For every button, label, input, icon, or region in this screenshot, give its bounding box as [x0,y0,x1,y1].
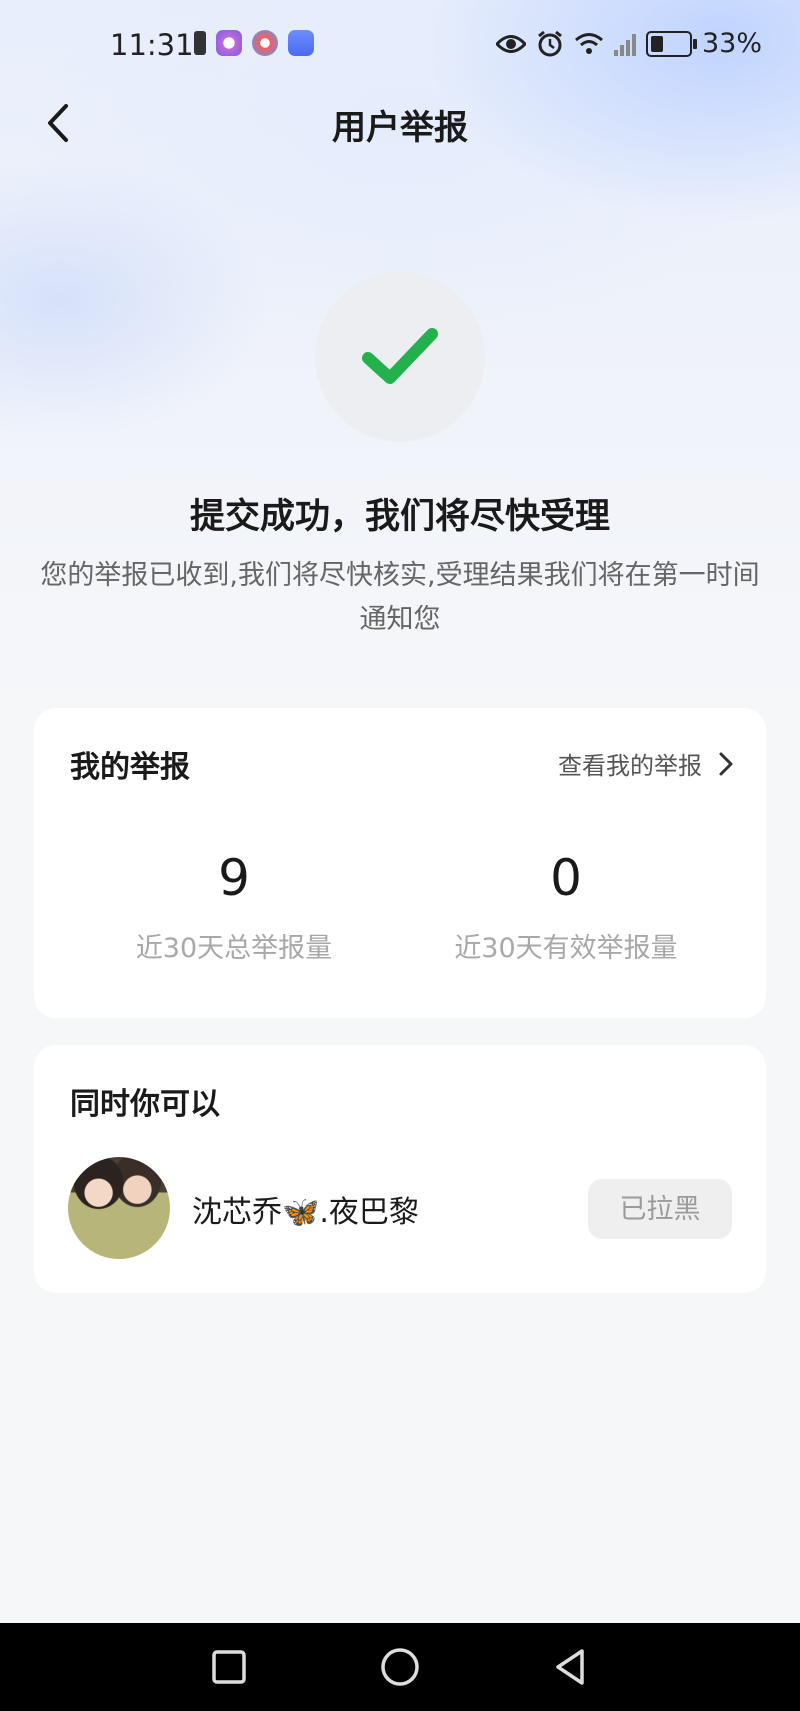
header: 用户举报 [0,88,800,158]
signal-icon [613,32,636,56]
stat-value: 9 [218,849,250,907]
stat-value: 0 [550,849,582,907]
view-my-reports-link[interactable]: 查看我的举报 [558,746,734,781]
back-nav-button[interactable] [548,1645,592,1689]
blocked-button[interactable]: 已拉黑 [588,1179,732,1239]
music-app-icon [216,30,242,56]
view-my-reports-label: 查看我的举报 [558,752,702,780]
status-time: 11:31 [110,28,194,62]
check-icon [362,328,438,384]
avatar[interactable] [68,1157,170,1259]
recent-apps-button[interactable] [207,1645,251,1689]
battery-icon [645,30,697,57]
battery-alert-icon [194,31,206,55]
battery-percent: 33% [701,28,762,59]
stat-valid-reports: 0 近30天有效举报量 [396,848,736,965]
navigation-bar [0,1623,800,1711]
status-icons-right: 33% [495,28,762,59]
back-triangle-icon [556,1649,584,1685]
stat-total-reports: 9 近30天总举报量 [64,848,404,965]
actions-title: 同时你可以 [70,1087,220,1122]
recent-apps-icon [212,1650,246,1684]
home-icon [381,1648,419,1686]
status-icons-left [194,30,314,56]
chevron-right-icon [719,752,733,775]
edu-app-icon [288,30,314,56]
user-name[interactable]: 沈芯乔🦋.夜巴黎 [192,1187,419,1231]
success-description: 您的举报已收到,我们将尽快核实,受理结果我们将在第一时间通知您 [40,560,760,635]
page-title: 用户举报 [332,108,468,148]
success-badge [315,272,485,442]
stat-label: 近30天总举报量 [135,933,333,964]
eye-icon [495,34,526,53]
shop-app-icon [252,30,278,56]
my-reports-card: 我的举报 查看我的举报 9 近30天总举报量 0 近30天有效举报量 [34,708,766,1018]
success-title: 提交成功，我们将尽快受理 [189,497,610,537]
wifi-icon [575,32,603,54]
home-button[interactable] [378,1645,422,1689]
status-bar: 11:31 33% [0,0,800,92]
actions-card: 同时你可以 沈芯乔🦋.夜巴黎 已拉黑 [34,1045,766,1293]
alarm-icon [538,30,562,56]
stat-label: 近30天有效举报量 [454,933,678,964]
my-reports-title: 我的举报 [70,750,190,785]
